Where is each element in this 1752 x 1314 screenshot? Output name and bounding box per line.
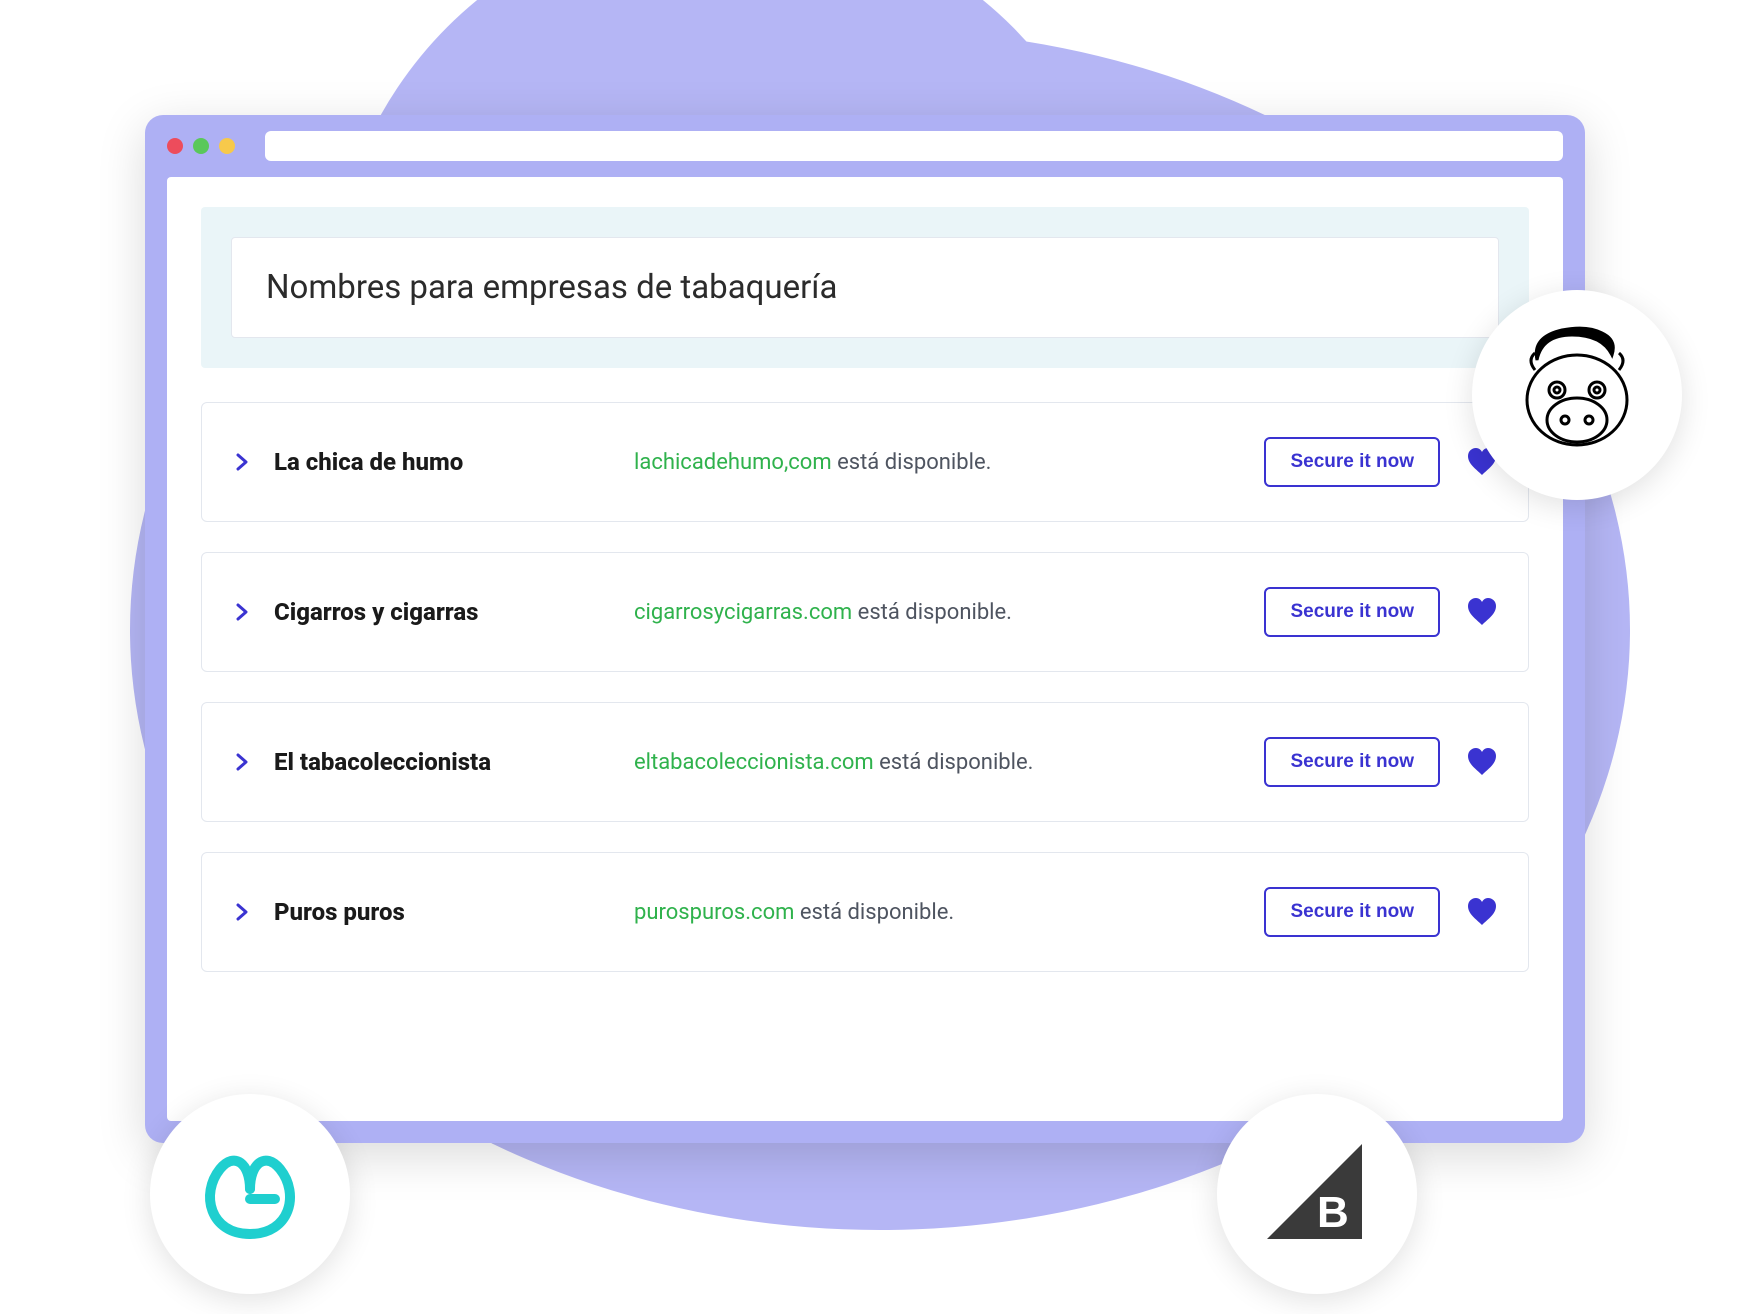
window-zoom-dot[interactable]	[219, 138, 235, 154]
svg-text:B: B	[1317, 1188, 1349, 1237]
brand-circle-godaddy	[150, 1094, 350, 1294]
browser-window: Nombres para empresas de tabaquería La c…	[145, 115, 1585, 1143]
result-domain: eltabacoleccionista.com	[634, 750, 874, 775]
brand-circle-horse	[1472, 290, 1682, 500]
result-name: Puros puros	[274, 898, 634, 926]
secure-button[interactable]: Secure it now	[1264, 437, 1440, 487]
secure-button[interactable]: Secure it now	[1264, 737, 1440, 787]
secure-button[interactable]: Secure it now	[1264, 587, 1440, 637]
result-card: Puros puros purospuros.com está disponib…	[201, 852, 1529, 972]
chevron-right-icon[interactable]	[232, 902, 252, 922]
window-minimize-dot[interactable]	[193, 138, 209, 154]
result-name: El tabacoleccionista	[274, 748, 634, 776]
secure-button[interactable]: Secure it now	[1264, 887, 1440, 937]
result-domain: lachicadehumo,com	[634, 450, 832, 475]
result-name: Cigarros y cigarras	[274, 598, 634, 626]
browser-titlebar	[145, 115, 1585, 177]
result-status: está disponible.	[852, 600, 1012, 625]
chevron-right-icon[interactable]	[232, 602, 252, 622]
result-availability: lachicadehumo,com está disponible.	[634, 450, 1264, 475]
result-domain: purospuros.com	[634, 900, 794, 925]
result-availability: eltabacoleccionista.com está disponible.	[634, 750, 1264, 775]
result-availability: cigarrosycigarras.com está disponible.	[634, 600, 1264, 625]
result-status: está disponible.	[832, 450, 992, 475]
result-status: está disponible.	[874, 750, 1034, 775]
result-card: Cigarros y cigarras cigarrosycigarras.co…	[201, 552, 1529, 672]
heart-icon[interactable]	[1466, 896, 1498, 928]
browser-url-bar[interactable]	[265, 131, 1563, 161]
result-status: está disponible.	[794, 900, 954, 925]
result-name: La chica de humo	[274, 448, 634, 476]
godaddy-icon	[195, 1139, 305, 1249]
heart-icon[interactable]	[1466, 746, 1498, 778]
window-close-dot[interactable]	[167, 138, 183, 154]
result-availability: purospuros.com está disponible.	[634, 900, 1264, 925]
chevron-right-icon[interactable]	[232, 752, 252, 772]
chevron-right-icon[interactable]	[232, 452, 252, 472]
heart-icon[interactable]	[1466, 596, 1498, 628]
page-content: Nombres para empresas de tabaquería La c…	[167, 177, 1563, 1121]
bigcommerce-icon: B	[1262, 1139, 1372, 1249]
result-card: La chica de humo lachicadehumo,com está …	[201, 402, 1529, 522]
search-input[interactable]: Nombres para empresas de tabaquería	[231, 237, 1499, 338]
result-domain: cigarrosycigarras.com	[634, 600, 852, 625]
search-band: Nombres para empresas de tabaquería	[201, 207, 1529, 368]
horse-mascot-icon	[1507, 325, 1647, 465]
result-card: El tabacoleccionista eltabacoleccionista…	[201, 702, 1529, 822]
brand-circle-bigcommerce: B	[1217, 1094, 1417, 1294]
